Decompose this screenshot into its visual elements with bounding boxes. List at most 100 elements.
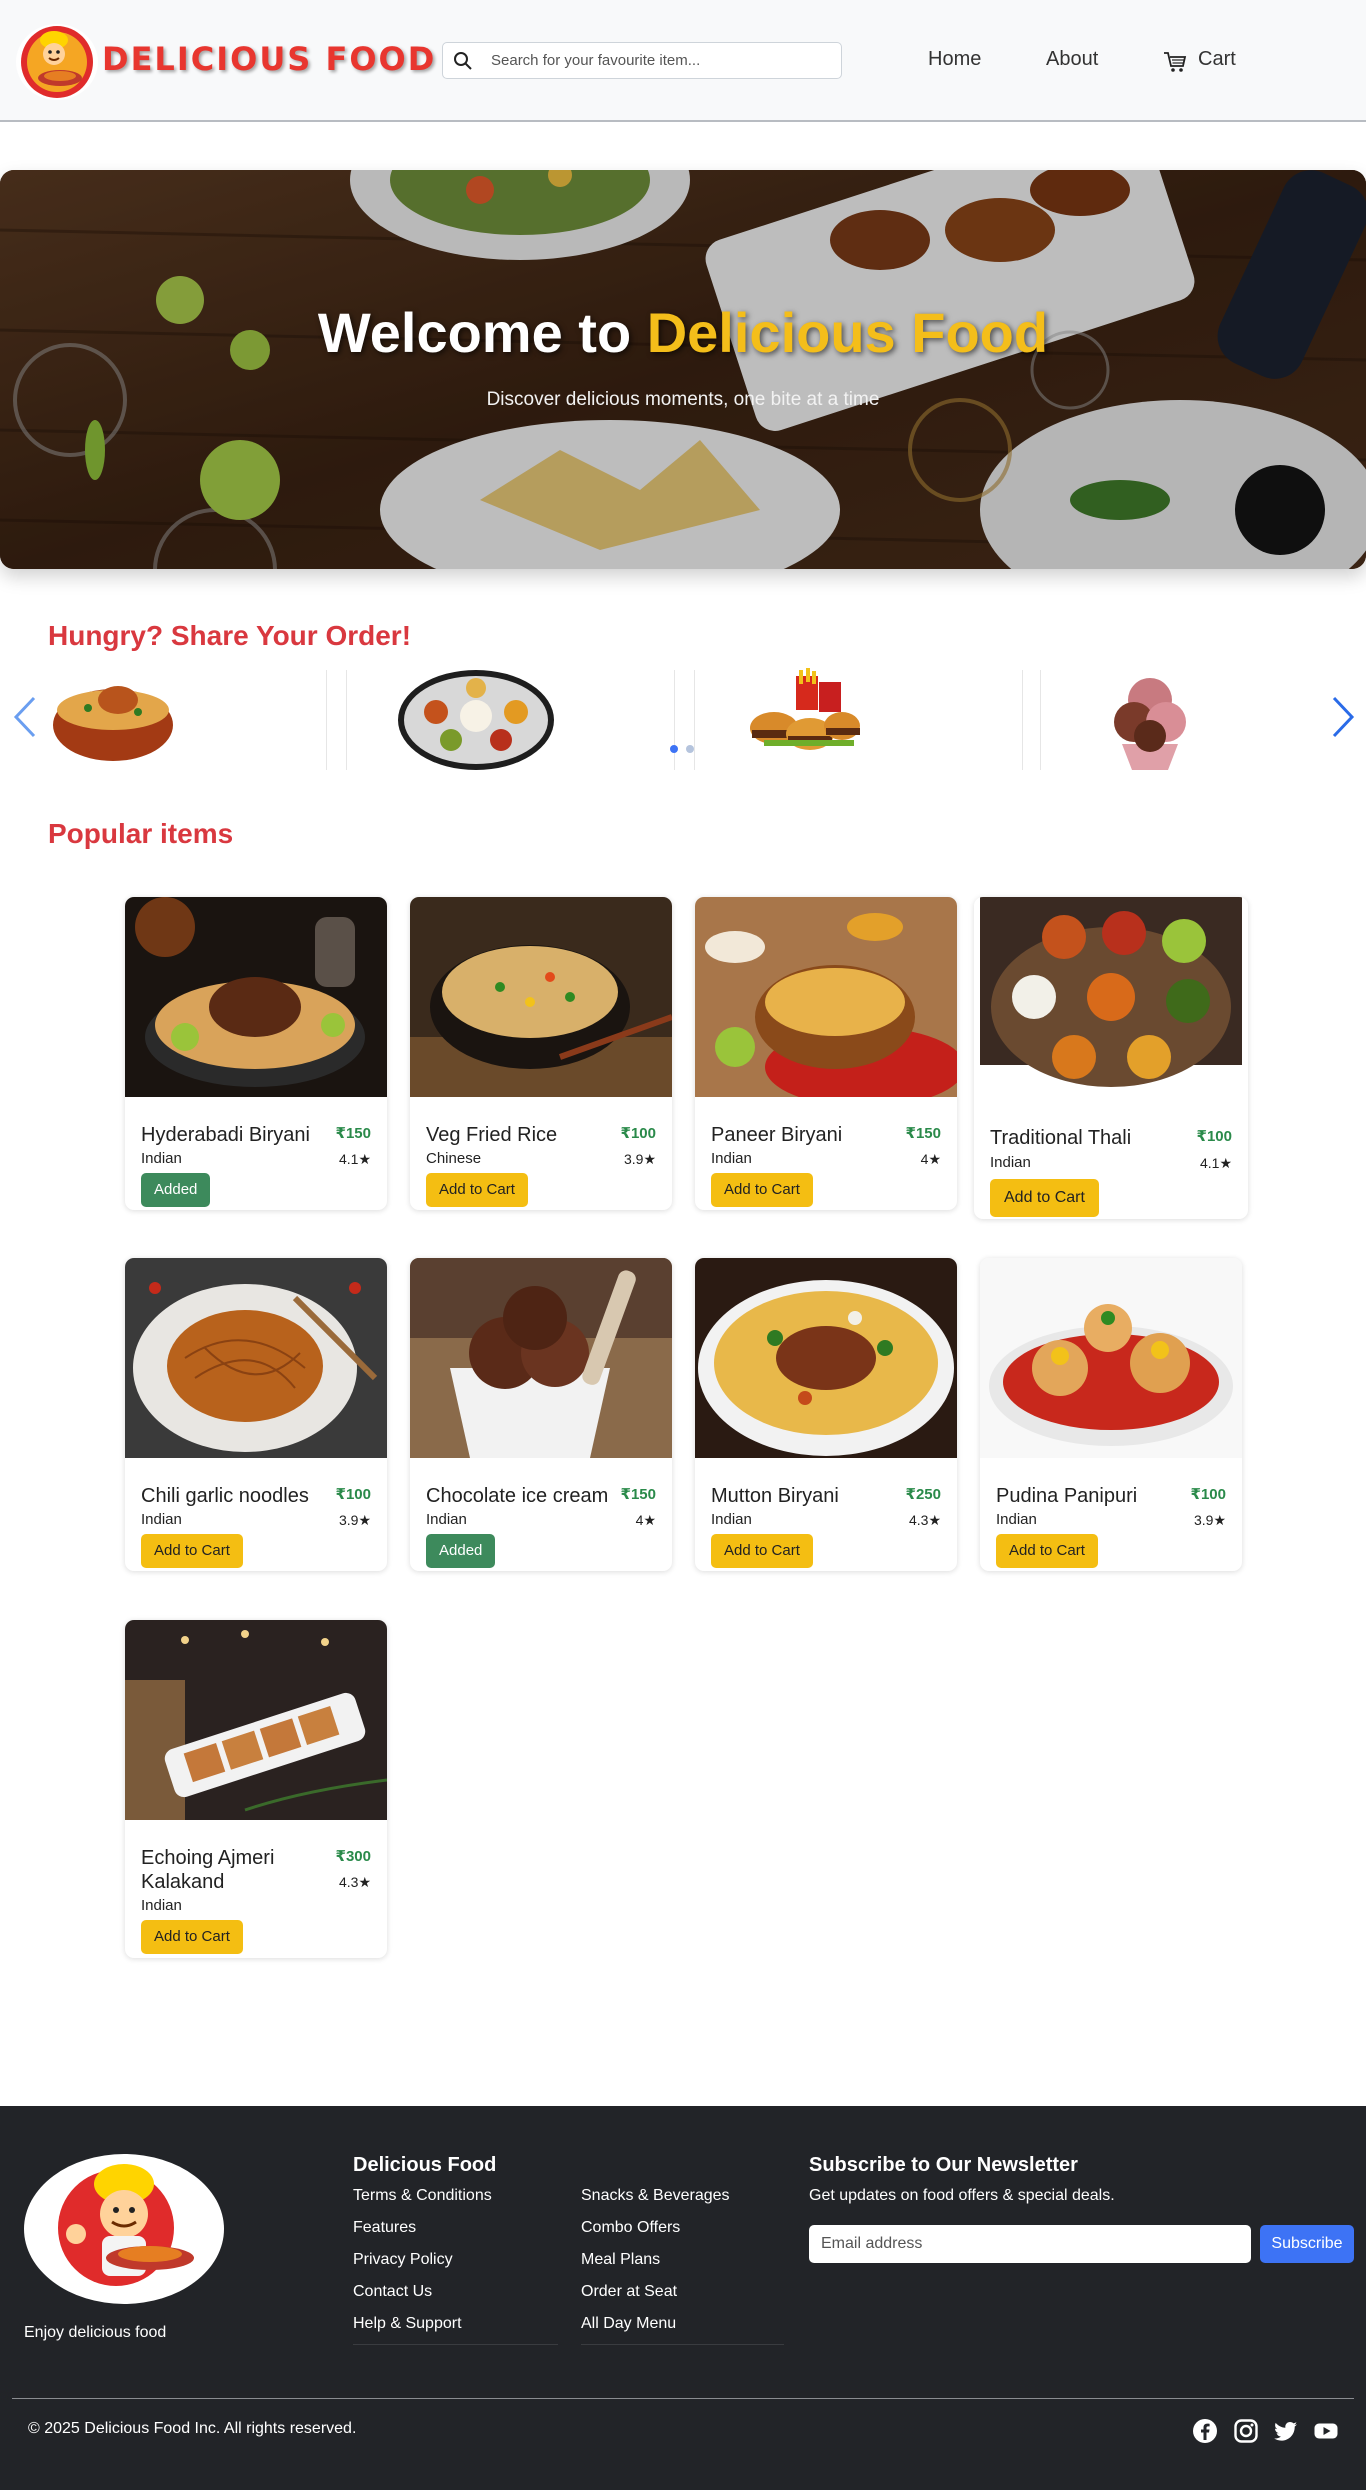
carousel-item-burgers[interactable] [744, 668, 864, 768]
hero-subtitle: Discover delicious moments, one bite at … [486, 389, 880, 410]
food-image-mutton-biryani [695, 1258, 957, 1458]
brand-logo[interactable] [16, 24, 98, 100]
search-input[interactable] [491, 43, 831, 78]
carousel-item-thali[interactable] [396, 668, 556, 772]
carousel-divider [1022, 670, 1023, 770]
add-to-cart-button[interactable]: Add to Cart [711, 1173, 813, 1207]
footer-link-terms[interactable]: Terms & Conditions [353, 2187, 492, 2205]
carousel-item-biryani[interactable] [48, 670, 178, 770]
food-name: Traditional Thali [990, 1127, 1132, 1149]
nav-about[interactable]: About [1046, 48, 1098, 71]
footer-link-snacks[interactable]: Snacks & Beverages [581, 2187, 730, 2205]
footer-brand-title: Delicious Food [353, 2154, 497, 2176]
newsletter-email-input[interactable] [809, 2225, 1251, 2263]
food-price: ₹100 [1196, 1128, 1232, 1145]
food-card[interactable]: Echoing Ajmeri Kalakand ₹300 4.3★ Indian… [125, 1620, 387, 1958]
food-image-pudina-panipuri [980, 1258, 1242, 1458]
footer-divider [12, 2398, 1354, 2399]
hero-title-accent: Delicious Food [646, 301, 1049, 364]
footer-link-all-day[interactable]: All Day Menu [581, 2315, 676, 2333]
footer-link-contact[interactable]: Contact Us [353, 2283, 432, 2301]
food-name: Mutton Biryani [711, 1485, 839, 1507]
footer-link-order-seat[interactable]: Order at Seat [581, 2283, 677, 2301]
hero-banner [0, 170, 1366, 569]
footer-link-help[interactable]: Help & Support [353, 2315, 462, 2333]
food-card[interactable]: Chocolate ice cream ₹150 Indian 4★ Added [410, 1258, 672, 1571]
chevron-right-icon[interactable] [1328, 692, 1358, 742]
food-price: ₹100 [335, 1486, 371, 1503]
food-card[interactable]: Mutton Biryani ₹250 Indian 4.3★ Add to C… [695, 1258, 957, 1571]
food-price: ₹150 [335, 1125, 371, 1142]
food-card[interactable]: Hyderabadi Biryani ₹150 Indian 4.1★ Adde… [125, 897, 387, 1210]
food-category: Indian [141, 1511, 182, 1528]
food-rating: 4.1★ [338, 1151, 371, 1167]
nav-home[interactable]: Home [928, 48, 981, 71]
food-price: ₹250 [905, 1486, 941, 1503]
food-price: ₹150 [905, 1125, 941, 1142]
food-card[interactable]: Veg Fried Rice ₹100 Chinese 3.9★ Add to … [410, 897, 672, 1210]
search-box [442, 42, 842, 79]
footer-col-divider [581, 2344, 784, 2345]
add-to-cart-button[interactable]: Add to Cart [711, 1534, 813, 1568]
youtube-icon[interactable] [1313, 2418, 1339, 2444]
added-button[interactable]: Added [141, 1173, 211, 1207]
food-category: Indian [711, 1511, 752, 1528]
food-name: Echoing Ajmeri Kalakand [141, 1847, 275, 1893]
food-image-veg-fried-rice [410, 897, 672, 1097]
food-category: Indian [711, 1150, 752, 1167]
food-price: ₹300 [335, 1848, 371, 1865]
food-category: Chinese [426, 1150, 482, 1167]
food-price: ₹100 [620, 1125, 656, 1142]
food-category: Indian [141, 1150, 182, 1167]
facebook-icon[interactable] [1192, 2418, 1218, 2444]
food-name: Paneer Biryani [711, 1124, 843, 1146]
newsletter-text: Get updates on food offers & special dea… [809, 2187, 1115, 2204]
food-rating: 3.9★ [623, 1151, 656, 1167]
food-card[interactable]: Chili garlic noodles ₹100 Indian 3.9★ Ad… [125, 1258, 387, 1571]
food-rating: 3.9★ [1193, 1512, 1226, 1528]
food-image-traditional-thali [974, 897, 1248, 1097]
carousel-divider [326, 670, 327, 770]
food-category: Indian [141, 1897, 182, 1914]
food-image-paneer-biryani [695, 897, 957, 1097]
footer-link-features[interactable]: Features [353, 2219, 416, 2237]
food-card[interactable]: Traditional Thali ₹100 Indian 4.1★ Add t… [974, 897, 1248, 1219]
footer: Enjoy delicious food Delicious Food Term… [0, 2106, 1366, 2490]
footer-logo [24, 2154, 224, 2304]
footer-link-privacy[interactable]: Privacy Policy [353, 2251, 453, 2269]
add-to-cart-button[interactable]: Add to Cart [990, 1179, 1099, 1217]
carousel-dot-2[interactable] [686, 745, 694, 753]
twitter-icon[interactable] [1273, 2418, 1299, 2444]
add-to-cart-button[interactable]: Add to Cart [141, 1920, 243, 1954]
footer-col-divider [353, 2344, 558, 2345]
food-image-chili-garlic-noodles [125, 1258, 387, 1458]
food-name: Chili garlic noodles [141, 1485, 309, 1507]
hero-title: Welcome to Delicious Food [317, 301, 1049, 364]
carousel-dot-1[interactable] [670, 745, 678, 753]
instagram-icon[interactable] [1233, 2418, 1259, 2444]
carousel-divider [346, 670, 347, 770]
add-to-cart-button[interactable]: Add to Cart [996, 1534, 1098, 1568]
food-rating: 3.9★ [338, 1512, 371, 1528]
footer-link-combo[interactable]: Combo Offers [581, 2219, 680, 2237]
food-image-chocolate-ice-cream [410, 1258, 672, 1458]
food-card[interactable]: Pudina Panipuri ₹100 Indian 3.9★ Add to … [980, 1258, 1242, 1571]
subscribe-button[interactable]: Subscribe [1260, 2225, 1354, 2263]
food-card[interactable]: Paneer Biryani ₹150 Indian 4★ Add to Car… [695, 897, 957, 1210]
footer-link-meal-plans[interactable]: Meal Plans [581, 2251, 660, 2269]
copyright: © 2025 Delicious Food Inc. All rights re… [28, 2420, 357, 2437]
footer-tagline: Enjoy delicious food [24, 2324, 167, 2341]
cart-icon[interactable] [1163, 51, 1187, 73]
carousel-item-ice-cream[interactable] [1102, 664, 1198, 774]
brand-name[interactable]: DELICIOUS FOOD [102, 40, 436, 78]
add-to-cart-button[interactable]: Add to Cart [426, 1173, 528, 1207]
carousel-divider [674, 670, 675, 770]
food-category: Indian [996, 1511, 1037, 1528]
added-button[interactable]: Added [426, 1534, 496, 1568]
nav-cart[interactable]: Cart [1198, 48, 1236, 71]
food-category: Indian [990, 1154, 1031, 1171]
carousel-divider [694, 670, 695, 770]
chevron-left-icon[interactable] [10, 692, 40, 742]
food-price: ₹100 [1190, 1486, 1226, 1503]
add-to-cart-button[interactable]: Add to Cart [141, 1534, 243, 1568]
